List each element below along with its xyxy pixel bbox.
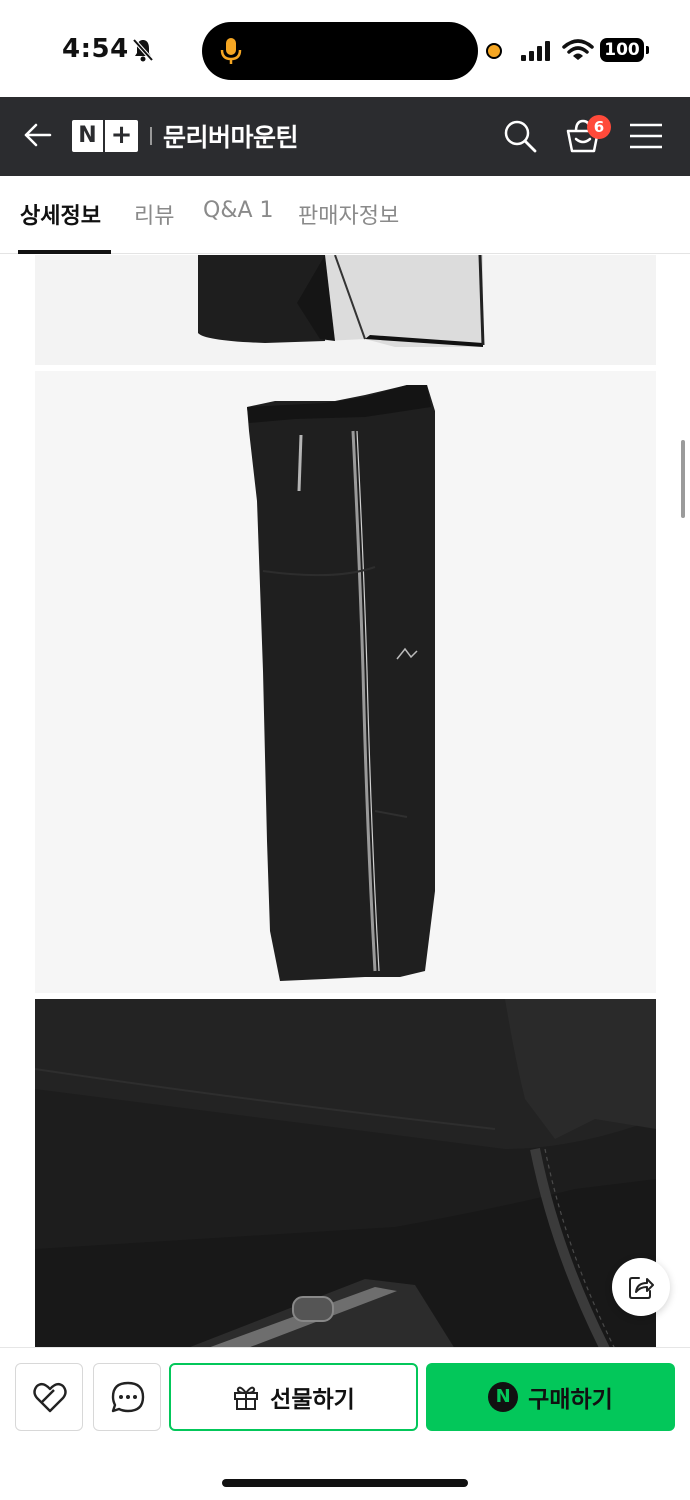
logo-n: N — [72, 120, 105, 152]
wifi-icon — [562, 39, 594, 60]
status-bar: 4:54 100 — [0, 0, 690, 97]
product-image-hem — [35, 255, 656, 365]
gift-button-label: 선물하기 — [270, 1387, 355, 1413]
hamburger-menu-icon[interactable] — [628, 122, 664, 150]
gift-button[interactable]: 선물하기 — [169, 1363, 418, 1431]
chat-inquiry-button[interactable] — [93, 1363, 161, 1431]
home-indicator[interactable] — [222, 1479, 468, 1487]
product-image-zipper-closeup — [35, 999, 656, 1347]
back-arrow-icon[interactable] — [22, 119, 54, 151]
header-divider — [150, 127, 152, 145]
tab-detail-info[interactable]: 상세정보 — [20, 198, 101, 230]
tab-reviews[interactable]: 리뷰 — [134, 198, 174, 230]
tab-seller-info[interactable]: 판매자정보 — [298, 198, 399, 230]
tab-qna[interactable]: Q&A 1 — [203, 198, 274, 223]
microphone-icon — [220, 38, 242, 64]
share-icon — [629, 1277, 654, 1299]
wishlist-button[interactable] — [15, 1363, 83, 1431]
active-tab-underline — [18, 250, 111, 254]
buy-button-label: 구매하기 — [528, 1387, 613, 1413]
naver-plus-logo[interactable]: N + — [72, 120, 138, 152]
app-header: N + 문리버마운틴 — [0, 97, 690, 176]
share-button[interactable] — [612, 1258, 670, 1316]
product-tabs: 상세정보 리뷰 Q&A 1 판매자정보 — [0, 176, 690, 254]
logo-plus: + — [110, 120, 133, 150]
bell-muted-icon — [132, 38, 154, 62]
battery-tip — [646, 46, 649, 54]
buy-button[interactable]: N 구매하기 — [426, 1363, 675, 1431]
search-icon[interactable] — [502, 118, 538, 154]
gift-icon — [234, 1386, 259, 1410]
dynamic-island — [202, 22, 478, 80]
naver-pay-icon: N — [488, 1382, 519, 1412]
product-image-full-pants — [35, 371, 656, 993]
product-detail-content[interactable] — [0, 255, 690, 1347]
status-time: 4:54 — [62, 34, 129, 64]
scrollbar-thumb[interactable] — [681, 440, 685, 518]
battery-level: 100 — [600, 38, 644, 62]
store-name[interactable]: 문리버마운틴 — [163, 118, 299, 154]
bottom-action-bar: 선물하기 N 구매하기 — [0, 1347, 690, 1500]
cart-count-badge: 6 — [587, 115, 611, 139]
chat-icon — [111, 1381, 145, 1413]
battery-indicator: 100 — [600, 38, 650, 62]
privacy-indicator-dot — [486, 43, 502, 59]
cellular-signal-icon — [521, 41, 550, 61]
heart-icon — [33, 1382, 67, 1413]
